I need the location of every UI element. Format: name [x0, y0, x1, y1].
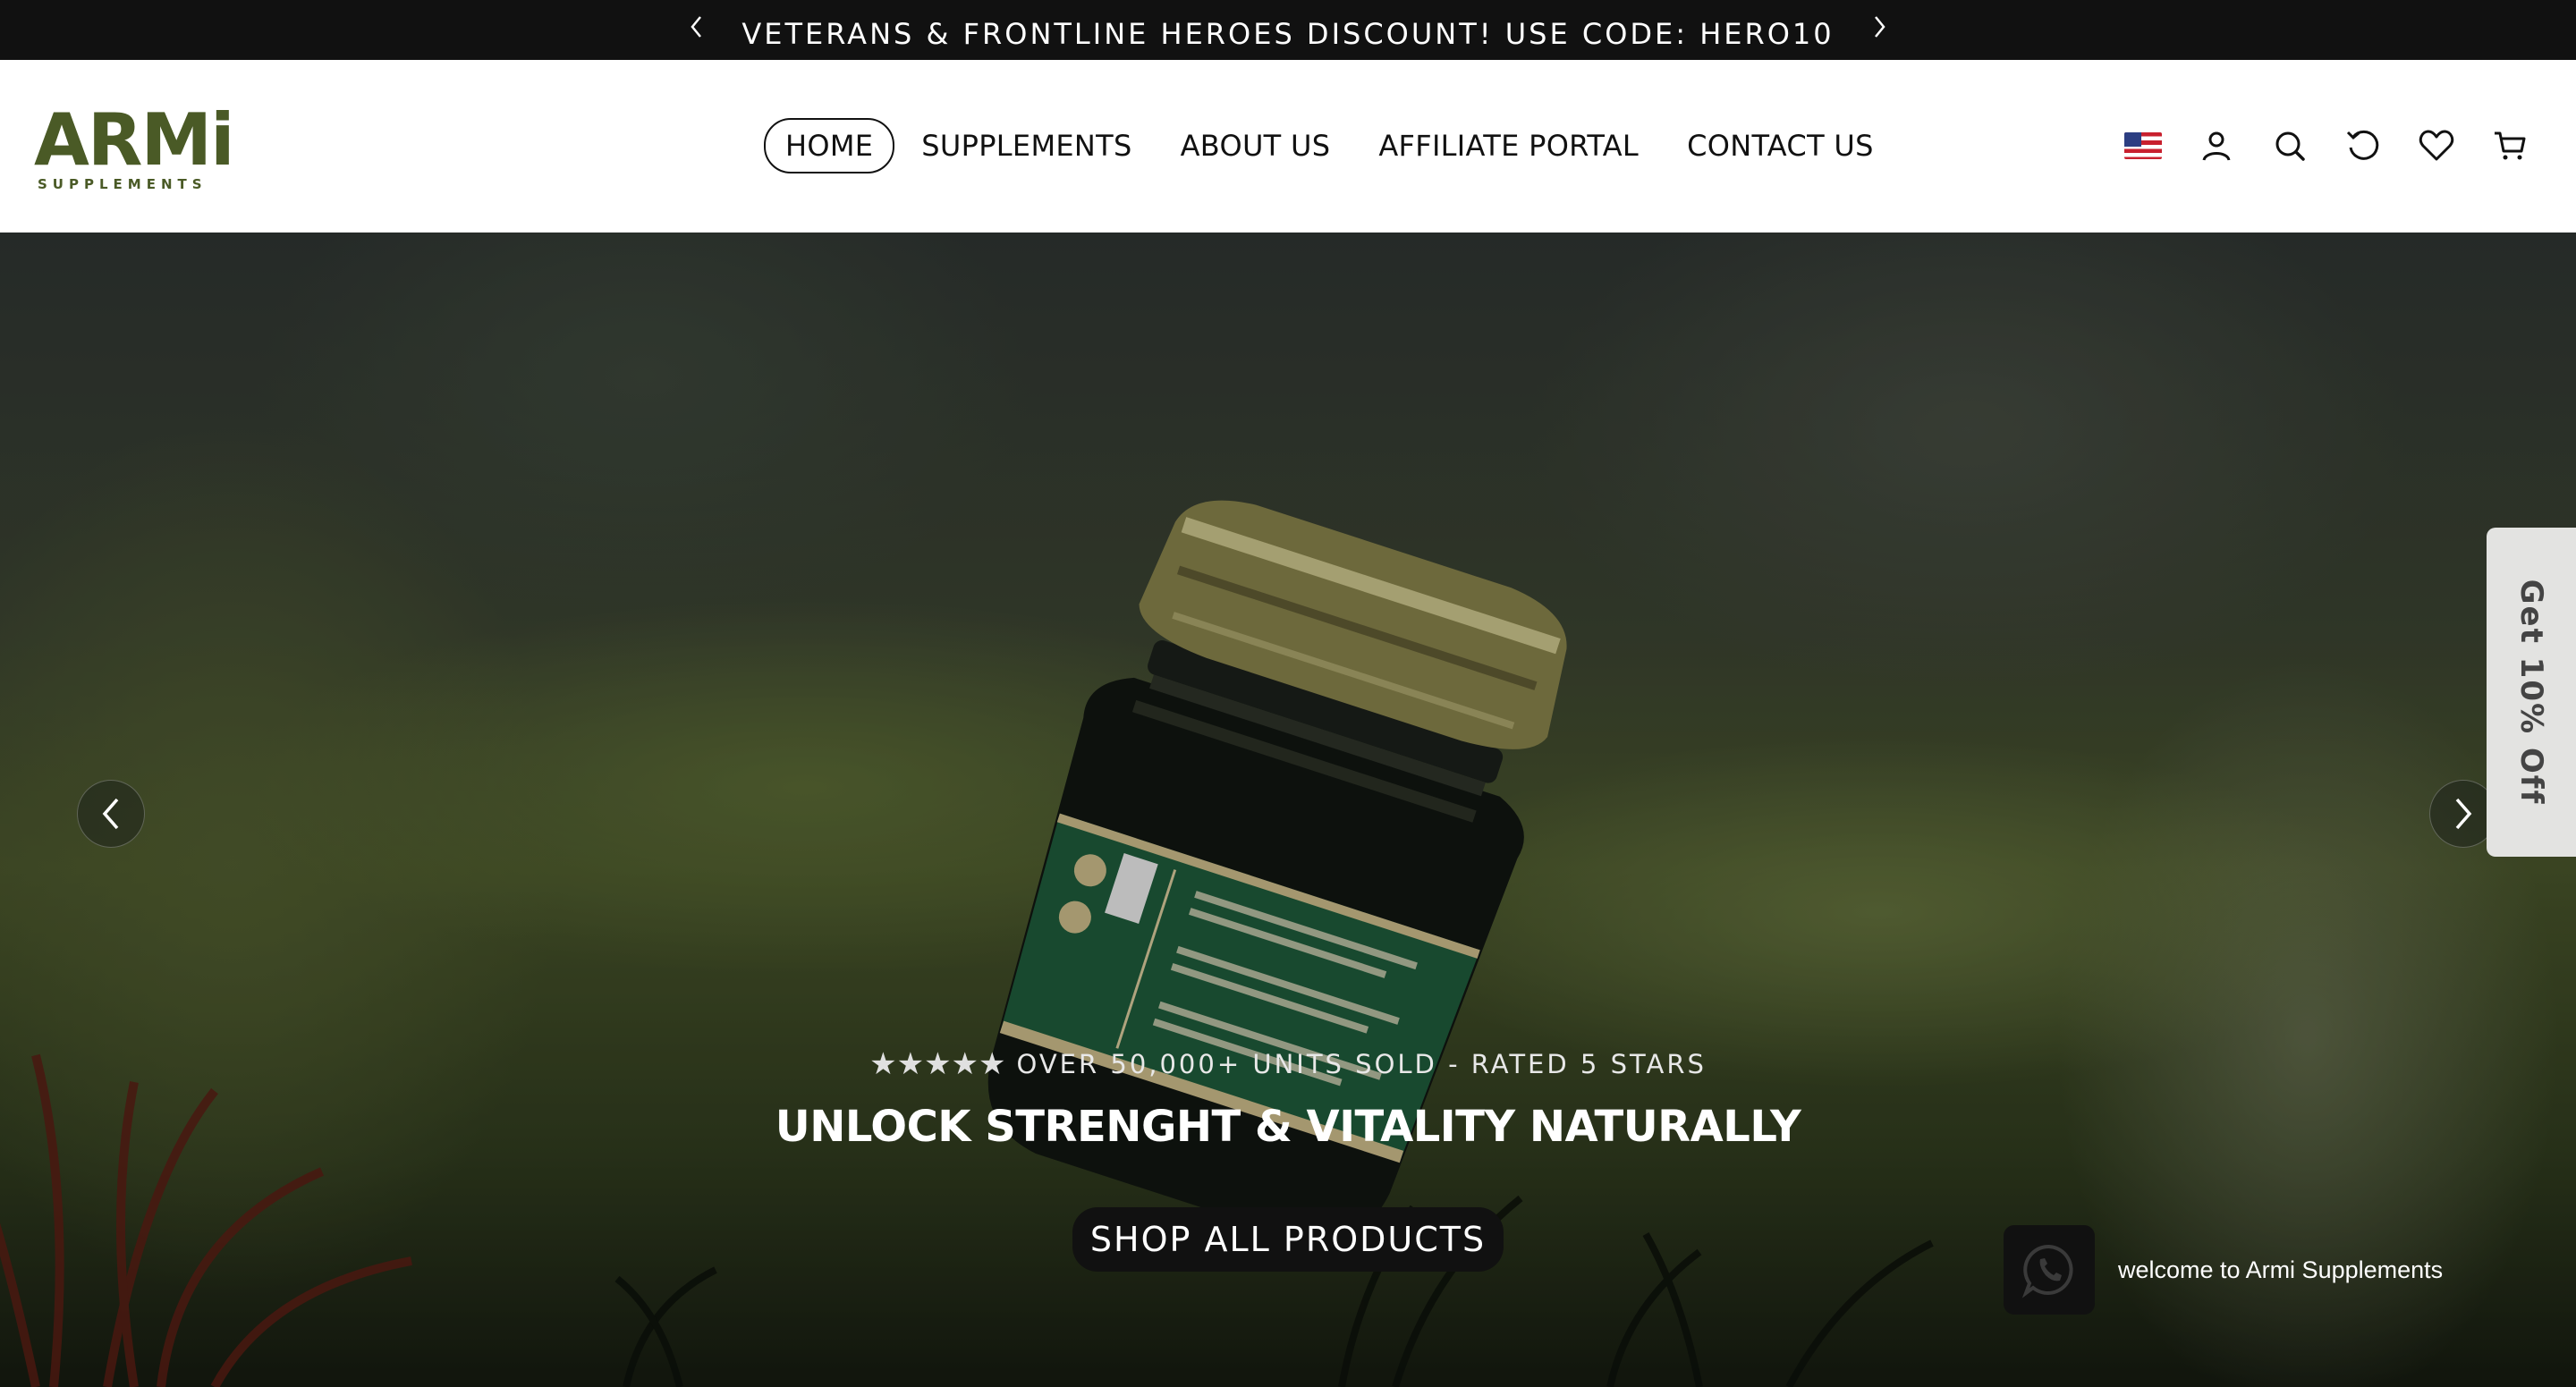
hero-slideshow: Get 10% Off ★★★★★ OVER 50,000+ UNITS SOL…	[0, 233, 2576, 1387]
wishlist-button[interactable]	[2413, 123, 2460, 169]
rating-stars-icon: ★★★★★	[869, 1046, 1006, 1082]
chevron-right-icon	[1874, 15, 1885, 38]
site-header: ARMi SUPPLEMENTS HOME SUPPLEMENTS ABOUT …	[0, 60, 2576, 233]
announcement-text: VETERANS & FRONTLINE HEROES DISCOUNT! US…	[741, 16, 1835, 51]
shop-all-products-button[interactable]: SHOP ALL PRODUCTS	[1072, 1207, 1504, 1272]
main-nav: HOME SUPPLEMENTS ABOUT US AFFILIATE PORT…	[764, 118, 1901, 173]
wishlist-heart-icon	[2419, 130, 2454, 161]
logo-subtitle: SUPPLEMENTS	[38, 176, 208, 192]
whatsapp-chat-widget[interactable]: welcome to Armi Supplements	[2004, 1225, 2443, 1315]
nav-affiliate-portal[interactable]: AFFILIATE PORTAL	[1357, 118, 1660, 173]
account-icon	[2202, 131, 2231, 161]
cart-icon	[2495, 131, 2526, 160]
chat-welcome-text: welcome to Armi Supplements	[2118, 1256, 2444, 1283]
rating-line: ★★★★★ OVER 50,000+ UNITS SOLD - RATED 5 …	[0, 1046, 2576, 1082]
account-button[interactable]	[2193, 123, 2240, 169]
recently-viewed-button[interactable]	[2340, 123, 2386, 169]
slide-prev-button[interactable]	[77, 780, 145, 848]
nav-supplements[interactable]: SUPPLEMENTS	[900, 118, 1153, 173]
announcement-prev-arrow[interactable]	[677, 7, 716, 47]
discount-side-tab[interactable]: Get 10% Off	[2487, 528, 2576, 857]
chevron-left-icon	[691, 15, 702, 38]
discount-tab-label: Get 10% Off	[2513, 579, 2549, 806]
chevron-right-icon	[2455, 798, 2472, 830]
rating-text: OVER 50,000+ UNITS SOLD - RATED 5 STARS	[1016, 1049, 1707, 1079]
nav-about-us[interactable]: ABOUT US	[1159, 118, 1352, 173]
search-button[interactable]	[2267, 123, 2313, 169]
country-selector[interactable]	[2120, 123, 2166, 169]
header-icons	[2120, 123, 2560, 169]
logo-wordmark: ARMi	[34, 98, 235, 182]
search-icon	[2275, 131, 2305, 161]
announcement-bar: VETERANS & FRONTLINE HEROES DISCOUNT! US…	[0, 0, 2576, 60]
hero-headline: UNLOCK STRENGHT & VITALITY NATURALLY	[775, 1102, 1801, 1152]
announcement-next-arrow[interactable]	[1860, 7, 1899, 47]
brand-logo[interactable]: ARMi SUPPLEMENTS	[34, 99, 235, 198]
recently-viewed-icon	[2346, 130, 2379, 160]
us-flag-icon	[2124, 132, 2162, 159]
whatsapp-icon	[2004, 1225, 2095, 1315]
cart-button[interactable]	[2487, 123, 2533, 169]
nav-contact-us[interactable]: CONTACT US	[1665, 118, 1895, 173]
nav-home[interactable]: HOME	[764, 118, 895, 173]
chevron-left-icon	[102, 798, 119, 830]
